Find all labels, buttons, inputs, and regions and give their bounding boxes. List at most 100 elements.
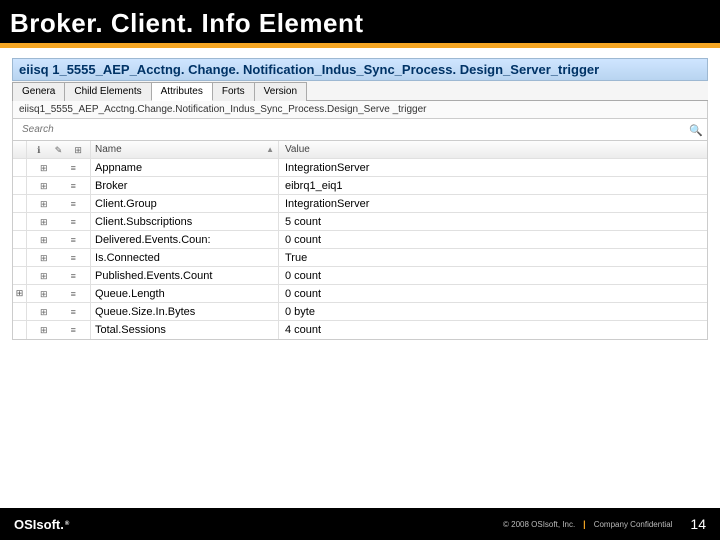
attr-name: Queue.Length	[91, 285, 279, 302]
attr-name: Total.Sessions	[91, 321, 279, 339]
expand-header	[13, 141, 27, 158]
slide-header: Broker. Client. Info Element	[0, 0, 720, 43]
row-menu-icon[interactable]: ≡	[68, 235, 78, 245]
table-row[interactable]: ⊞ ≡ Broker eibrq1_eiq1	[13, 177, 707, 195]
value-header[interactable]: Value	[279, 141, 707, 158]
row-collapse-icon[interactable]: ⊞	[39, 271, 49, 281]
attr-name: Client.Subscriptions	[91, 213, 279, 230]
row-menu-icon[interactable]: ≡	[68, 325, 78, 335]
row-collapse-icon[interactable]: ⊞	[39, 235, 49, 245]
table-row[interactable]: ⊞ ≡ Client.Group IntegrationServer	[13, 195, 707, 213]
panel-title: eiisq 1_5555_AEP_Acctng. Change. Notific…	[12, 58, 708, 81]
row-collapse-icon[interactable]: ⊞	[39, 163, 49, 173]
content-panel: eiisq 1_5555_AEP_Acctng. Change. Notific…	[12, 58, 708, 340]
row-menu-icon[interactable]: ≡	[68, 271, 78, 281]
name-header-label: Name	[95, 144, 122, 155]
row-collapse-icon[interactable]: ⊞	[39, 199, 49, 209]
tab-child-elements[interactable]: Child Elements	[64, 82, 151, 101]
path-bar: eiisq1_5555_AEP_Acctng.Change.Notificati…	[12, 101, 708, 119]
divider-icon: |	[583, 519, 586, 529]
attr-value: IntegrationServer	[279, 195, 707, 212]
tab-attributes[interactable]: Attributes	[151, 82, 213, 101]
confidential-text: Company Confidential	[594, 520, 673, 529]
attr-value: 0 byte	[279, 303, 707, 320]
expand-toggle[interactable]	[13, 213, 27, 230]
tab-forts[interactable]: Forts	[212, 82, 255, 101]
row-menu-icon[interactable]: ≡	[68, 307, 78, 317]
expand-toggle[interactable]	[13, 267, 27, 284]
tab-version[interactable]: Version	[254, 82, 307, 101]
table-row[interactable]: ⊞ ≡ Delivered.Events.Coun: 0 count	[13, 231, 707, 249]
attr-name: Is.Connected	[91, 249, 279, 266]
row-collapse-icon[interactable]: ⊞	[39, 325, 49, 335]
tab-general[interactable]: Genera	[12, 82, 65, 101]
row-menu-icon[interactable]: ≡	[68, 181, 78, 191]
attr-value: eibrq1_eiq1	[279, 177, 707, 194]
row-collapse-icon[interactable]: ⊞	[39, 307, 49, 317]
row-collapse-icon[interactable]: ⊞	[39, 253, 49, 263]
name-header[interactable]: Name ▲	[91, 141, 279, 158]
attr-name: Appname	[91, 159, 279, 176]
row-tools: ⊞ ≡	[27, 195, 91, 212]
expand-toggle[interactable]	[13, 231, 27, 248]
attr-value: 0 count	[279, 231, 707, 248]
attr-value: IntegrationServer	[279, 159, 707, 176]
copyright-text: © 2008 OSIsoft, Inc.	[503, 520, 575, 529]
row-menu-icon[interactable]: ≡	[68, 253, 78, 263]
tab-bar: Genera Child Elements Attributes Forts V…	[12, 81, 708, 101]
expand-toggle[interactable]	[13, 159, 27, 176]
table-row[interactable]: ⊞ ≡ Is.Connected True	[13, 249, 707, 267]
slide-title: Broker. Client. Info Element	[10, 8, 710, 39]
attr-name: Client.Group	[91, 195, 279, 212]
search-bar: 🔍	[12, 119, 708, 141]
brand-logo: OSIsoft.®	[14, 517, 68, 532]
row-collapse-icon[interactable]: ⊞	[39, 217, 49, 227]
expand-toggle[interactable]: ⊞	[13, 285, 27, 302]
row-collapse-icon[interactable]: ⊞	[39, 289, 49, 299]
row-tools: ⊞ ≡	[27, 321, 91, 339]
attr-name: Broker	[91, 177, 279, 194]
collapse-icon[interactable]: ⊞	[73, 145, 83, 155]
attr-name: Queue.Size.In.Bytes	[91, 303, 279, 320]
tool-icons-header: ℹ ✎ ⊞	[27, 141, 91, 158]
search-input[interactable]	[19, 121, 689, 138]
row-tools: ⊞ ≡	[27, 159, 91, 176]
page-number: 14	[690, 516, 706, 532]
row-menu-icon[interactable]: ≡	[68, 289, 78, 299]
row-tools: ⊞ ≡	[27, 231, 91, 248]
attr-value: 5 count	[279, 213, 707, 230]
row-tools: ⊞ ≡	[27, 303, 91, 320]
attr-name: Published.Events.Count	[91, 267, 279, 284]
pencil-icon[interactable]: ✎	[53, 145, 63, 155]
row-tools: ⊞ ≡	[27, 267, 91, 284]
row-collapse-icon[interactable]: ⊞	[39, 181, 49, 191]
table-row[interactable]: ⊞ ≡ Total.Sessions 4 count	[13, 321, 707, 339]
sort-arrow-icon: ▲	[266, 145, 274, 154]
table-row[interactable]: ⊞ ⊞ ≡ Queue.Length 0 count	[13, 285, 707, 303]
expand-toggle[interactable]	[13, 321, 27, 339]
row-menu-icon[interactable]: ≡	[68, 199, 78, 209]
row-menu-icon[interactable]: ≡	[68, 217, 78, 227]
table-row[interactable]: ⊞ ≡ Appname IntegrationServer	[13, 159, 707, 177]
table-row[interactable]: ⊞ ≡ Queue.Size.In.Bytes 0 byte	[13, 303, 707, 321]
row-menu-icon[interactable]: ≡	[68, 163, 78, 173]
attr-value: 0 count	[279, 285, 707, 302]
filter-icon[interactable]: ℹ	[34, 145, 44, 155]
expand-toggle[interactable]	[13, 249, 27, 266]
row-tools: ⊞ ≡	[27, 213, 91, 230]
row-tools: ⊞ ≡	[27, 285, 91, 302]
table-row[interactable]: ⊞ ≡ Client.Subscriptions 5 count	[13, 213, 707, 231]
brand-text: OSIsoft.	[14, 517, 64, 532]
attribute-grid: ℹ ✎ ⊞ Name ▲ Value ⊞ ≡ Appname Integrati…	[12, 141, 708, 340]
table-row[interactable]: ⊞ ≡ Published.Events.Count 0 count	[13, 267, 707, 285]
attr-name: Delivered.Events.Coun:	[91, 231, 279, 248]
row-tools: ⊞ ≡	[27, 249, 91, 266]
expand-toggle[interactable]	[13, 195, 27, 212]
accent-bar	[0, 43, 720, 48]
row-tools: ⊞ ≡	[27, 177, 91, 194]
expand-toggle[interactable]	[13, 177, 27, 194]
footer: OSIsoft.® © 2008 OSIsoft, Inc. | Company…	[0, 508, 720, 540]
attr-value: 4 count	[279, 321, 707, 339]
expand-toggle[interactable]	[13, 303, 27, 320]
search-icon[interactable]: 🔍	[689, 124, 701, 136]
